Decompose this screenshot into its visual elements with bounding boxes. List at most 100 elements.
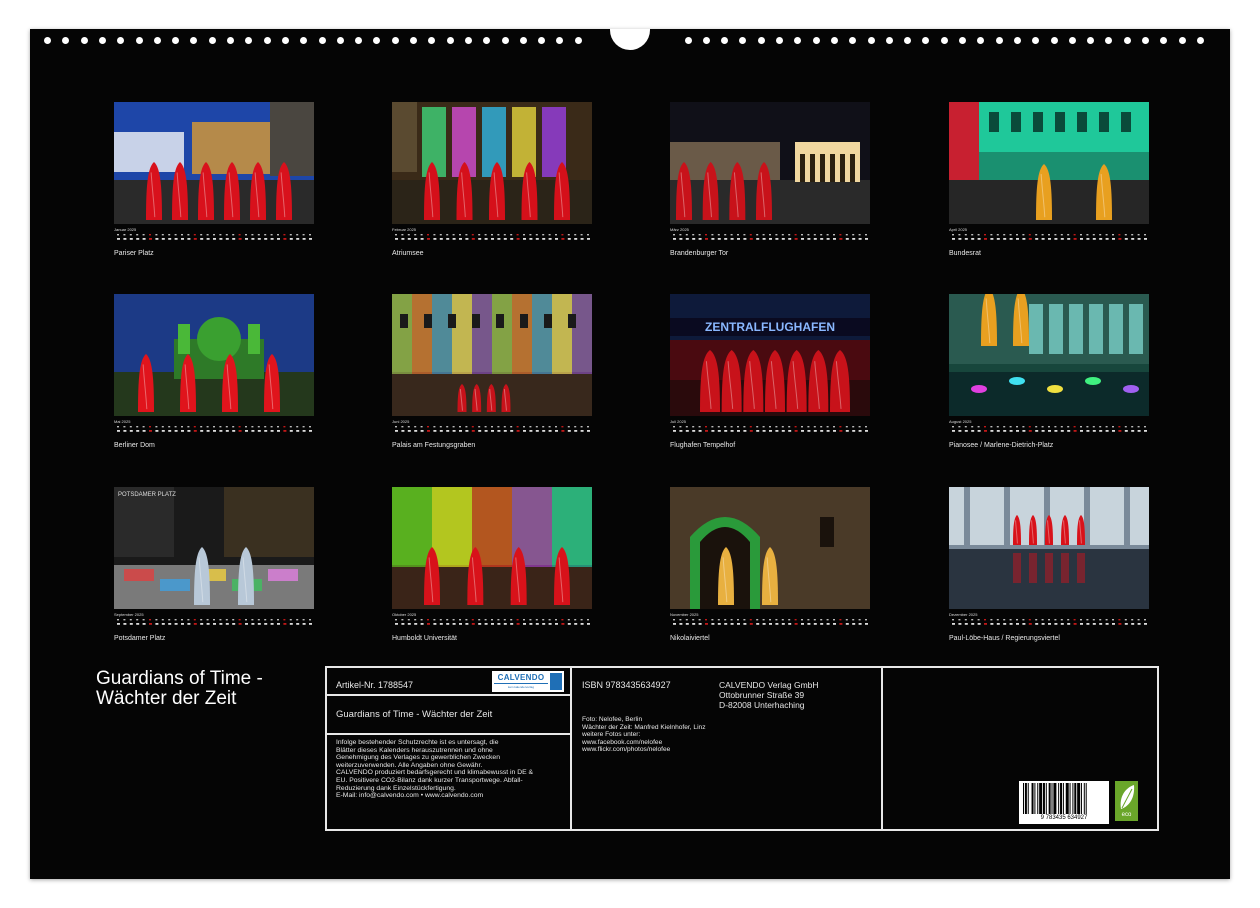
day-number [1028,623,1032,625]
weekday-mark [775,426,778,428]
weekday-mark [129,426,132,428]
day-number [309,238,312,240]
day-number [1067,430,1071,432]
weekday-mark [523,426,525,428]
weekday-mark [251,426,254,428]
binding-hole [794,37,802,44]
weekday-mark [187,234,190,236]
day-number [471,623,475,625]
photo-illustration [949,294,1149,416]
binding-hole [885,37,893,44]
weekday-mark [187,426,190,428]
calendar-title-line1: Guardians of Time - [96,668,263,689]
weekday-mark [1048,426,1050,428]
day-number [446,238,450,240]
month-name: Oktober 2025 [392,612,417,617]
weekday-mark [535,426,538,428]
day-number [845,623,849,625]
weekday-mark [762,426,765,428]
weekday-mark [724,619,727,621]
publisher-line: D-82008 Unterhaching [719,700,805,710]
weekday-mark [206,619,209,621]
day-number [711,238,715,240]
day-number [452,430,456,432]
weekday-mark [990,234,993,236]
day-number [685,430,689,432]
day-number [289,623,293,625]
day-number [971,623,975,625]
day-number [270,623,274,625]
day-number [679,238,683,240]
month-caption: Potsdamer Platz [114,635,166,642]
weekday-mark [813,426,816,428]
day-number [1016,623,1019,625]
weekday-mark [769,234,771,236]
weekday-mark [510,426,513,428]
day-number [1131,623,1135,625]
day-number [1080,238,1083,240]
day-number [414,623,418,625]
weekday-mark [685,234,688,236]
weekday-mark [548,234,551,236]
weekday-mark [1124,619,1127,621]
day-number [542,623,546,625]
day-number [788,238,792,240]
day-number [801,238,804,240]
legal-line: E-Mail: info@calvendo.com • www.calvendo… [336,792,484,800]
day-number [743,623,747,625]
weekday-mark [858,234,861,236]
day-number [1099,623,1103,625]
weekday-mark [996,234,999,236]
month-photo [114,294,314,416]
day-number [161,238,165,240]
barcode-bar [1042,783,1045,814]
window [1099,112,1109,132]
binding-hole [1178,37,1186,44]
binding-hole [776,37,783,44]
day-number [1144,430,1147,432]
floor-art [268,569,298,581]
projection-panel [552,294,572,374]
day-number [245,238,248,240]
weekday-mark [302,619,305,621]
weekday-mark [555,426,557,428]
weekday-mark [574,234,577,236]
day-number [465,430,469,432]
day-number [270,238,274,240]
month-calendar-strip [673,234,868,240]
day-number [673,430,676,432]
day-number [1137,623,1141,625]
day-number [1028,430,1032,432]
weekday-mark [788,234,791,236]
day-number [142,238,146,240]
day-number [958,238,962,240]
weekday-mark [439,619,442,621]
weekday-mark [213,426,215,428]
weekday-mark [289,619,292,621]
weekday-mark [1054,234,1057,236]
day-number [289,430,293,432]
day-number [213,430,216,432]
day-number [756,430,760,432]
weekday-mark [1080,234,1082,236]
month-name: Juli 2025 [670,419,687,424]
weekday-mark [826,234,829,236]
day-number [433,430,437,432]
weekday-mark [762,619,765,621]
day-number [497,238,501,240]
day-number [1028,238,1032,240]
weekday-mark [865,234,867,236]
day-number [296,238,300,240]
weekday-mark [1048,234,1050,236]
weekday-mark [459,619,461,621]
weekday-mark [446,234,449,236]
weekday-mark [1112,619,1114,621]
weekday-mark [1131,234,1134,236]
weekday-mark [200,619,203,621]
weekday-mark [200,426,203,428]
binding-hole [336,37,344,44]
building [949,102,979,180]
day-number [833,623,836,625]
weekday-mark [149,619,151,621]
barcode-bar [1051,783,1053,814]
